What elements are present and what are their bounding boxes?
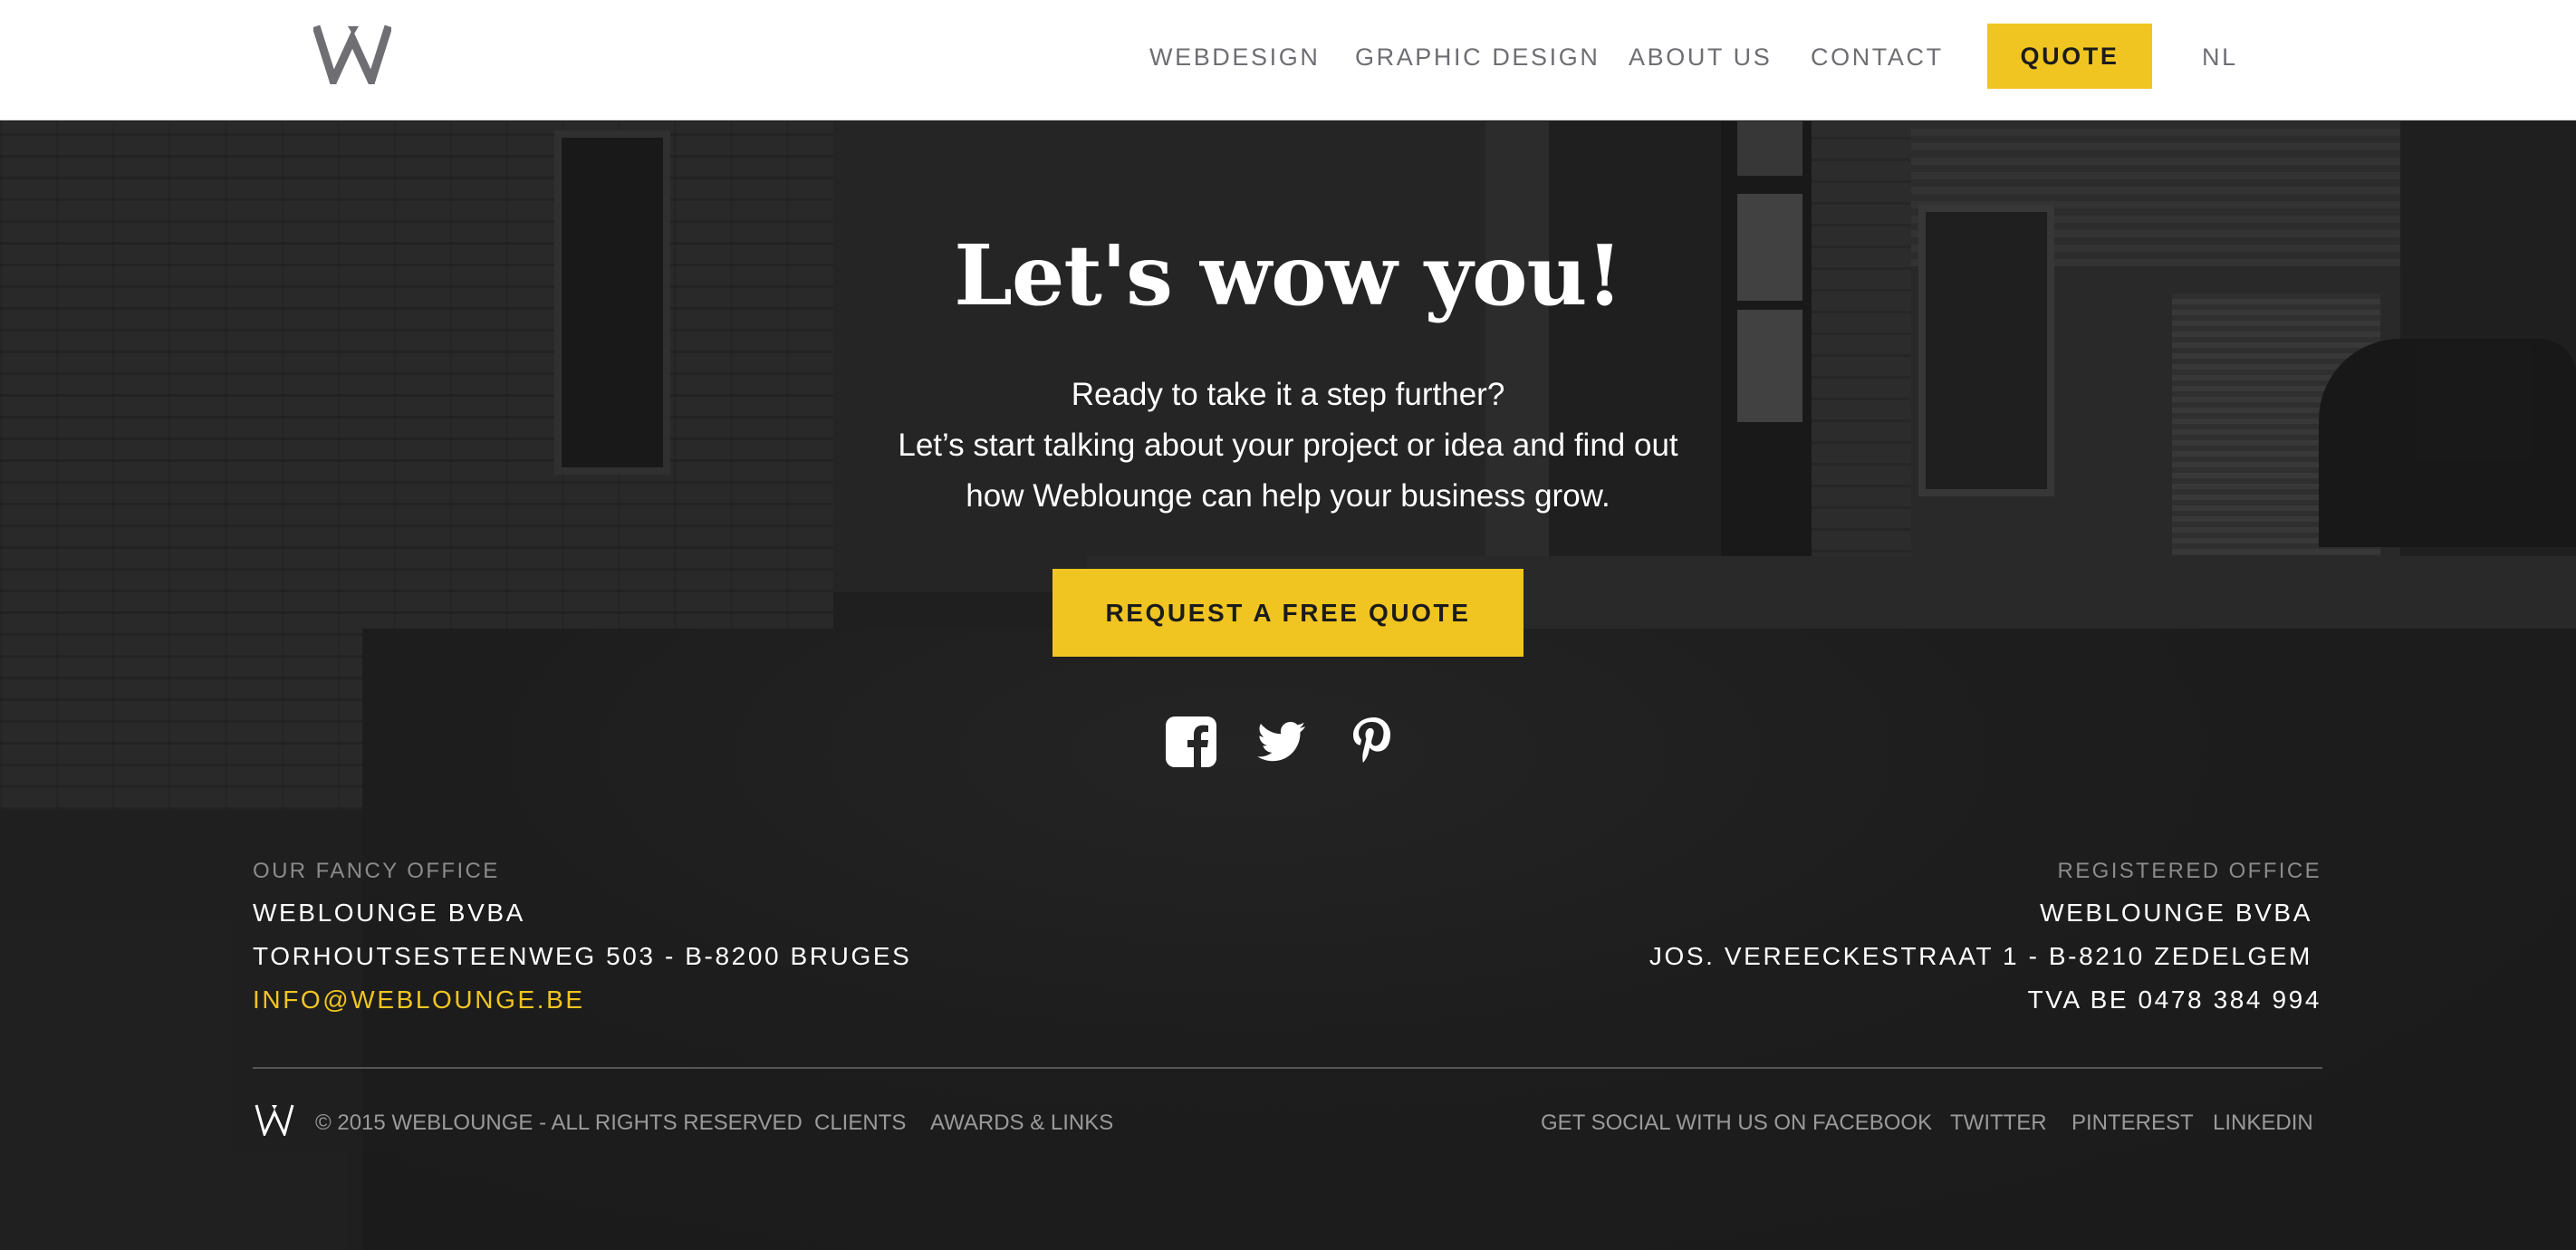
footer-link-awards[interactable]: AWARDS & LINKS bbox=[930, 1109, 1113, 1138]
footer-link-pinterest[interactable]: PINTEREST bbox=[2071, 1109, 2194, 1138]
intro-line: how Weblounge can help your business gro… bbox=[966, 478, 1610, 514]
hero-headline: Let's wow you! bbox=[954, 226, 1623, 324]
weblounge-logo[interactable] bbox=[313, 23, 391, 84]
footer-link-clients[interactable]: CLIENTS bbox=[814, 1109, 906, 1138]
nav-quote-button[interactable]: QUOTE bbox=[1987, 24, 2152, 89]
fancy-office-name: WEBLOUNGE BVBA bbox=[253, 899, 525, 927]
nav-contact[interactable]: CONTACT bbox=[1811, 43, 1944, 72]
contact-email-link[interactable]: INFO@WEBLOUNGE.BE bbox=[253, 984, 585, 1016]
footer-divider bbox=[253, 1067, 2322, 1069]
intro-line: Ready to take it a step further? bbox=[1071, 377, 1505, 412]
footer-link-twitter[interactable]: TWITTER bbox=[1950, 1109, 2047, 1138]
site-header: WEBDESIGN GRAPHIC DESIGN ABOUT US CONTAC… bbox=[0, 0, 2576, 120]
fancy-office-label: OUR FANCY OFFICE bbox=[253, 859, 500, 883]
facebook-icon[interactable] bbox=[1165, 716, 1217, 768]
request-quote-button[interactable]: REQUEST A FREE QUOTE bbox=[1053, 569, 1523, 657]
footer-logo[interactable] bbox=[255, 1103, 294, 1136]
language-switch[interactable]: NL bbox=[2202, 43, 2238, 72]
registered-office-label: REGISTERED OFFICE bbox=[2057, 859, 2321, 883]
footer-link-linkedin[interactable]: LINKEDIN bbox=[2213, 1109, 2313, 1138]
nav-graphic-design[interactable]: GRAPHIC DESIGN bbox=[1355, 43, 1600, 72]
twitter-icon[interactable] bbox=[1255, 716, 1308, 768]
registered-office-vat: TVA BE 0478 384 994 bbox=[2027, 986, 2321, 1014]
registered-office-name: WEBLOUNGE BVBA bbox=[2040, 899, 2312, 927]
hero-intro: Ready to take it a step further? Let’s s… bbox=[0, 370, 2576, 522]
intro-line: Let’s start talking about your project o… bbox=[898, 428, 1678, 463]
copyright-text: © 2015 WEBLOUNGE - ALL RIGHTS RESERVED bbox=[315, 1111, 803, 1135]
pinterest-icon[interactable] bbox=[1347, 716, 1399, 768]
nav-webdesign[interactable]: WEBDESIGN bbox=[1149, 43, 1320, 72]
footer-link-facebook[interactable]: GET SOCIAL WITH US ON FACEBOOK bbox=[1541, 1109, 1932, 1138]
registered-office-address: JOS. VEREECKESTRAAT 1 - B-8210 ZEDELGEM bbox=[1648, 942, 2312, 970]
nav-about-us[interactable]: ABOUT US bbox=[1629, 43, 1772, 72]
fancy-office-address: TORHOUTSESTEENWEG 503 - B-8200 BRUGES bbox=[253, 942, 912, 970]
